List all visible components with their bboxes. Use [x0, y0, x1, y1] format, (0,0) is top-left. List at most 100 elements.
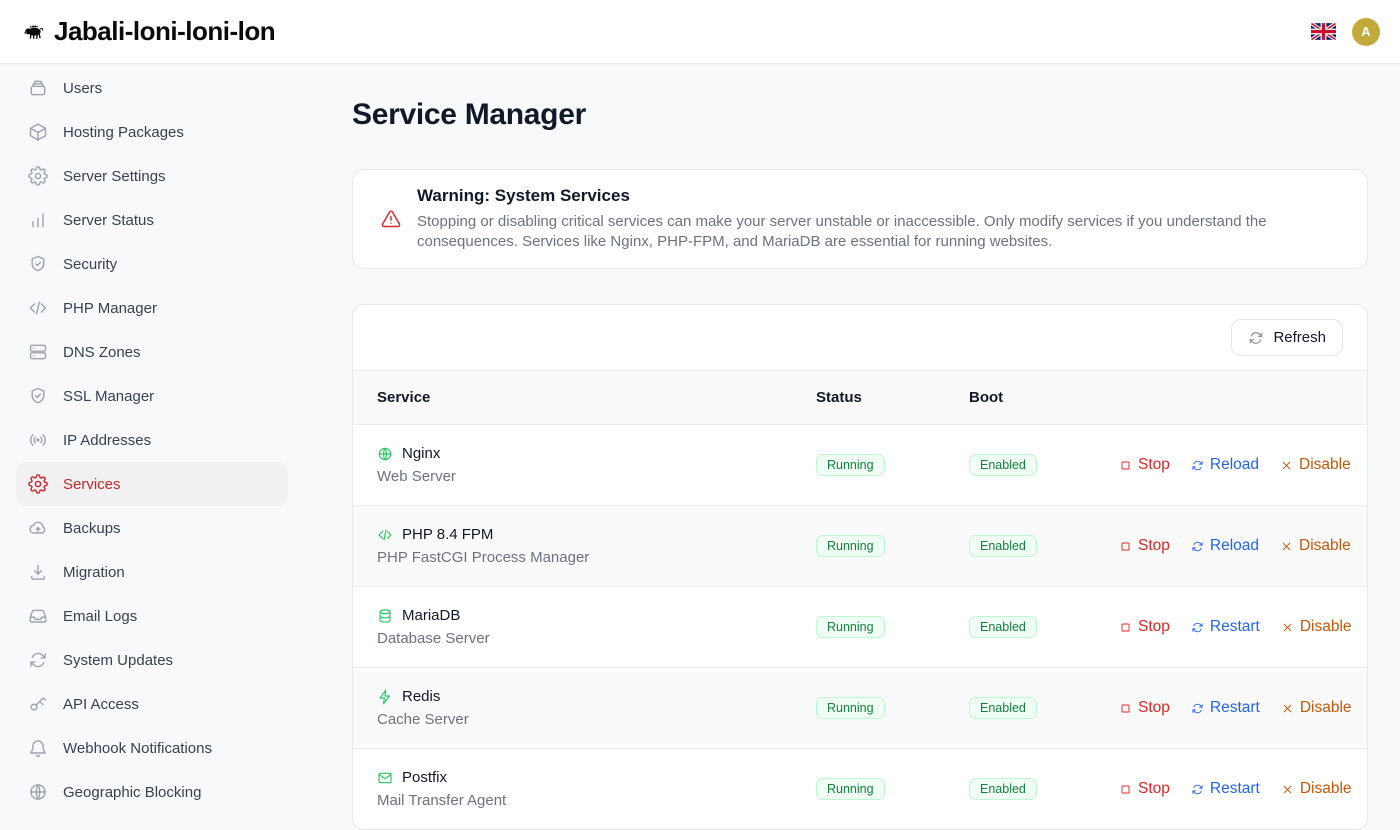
mail-icon — [377, 770, 393, 786]
status-badge: Running — [816, 454, 885, 476]
column-header-status: Status — [816, 389, 969, 406]
sidebar-item-php-manager[interactable]: PHP Manager — [16, 286, 288, 330]
sidebar-item-server-settings[interactable]: Server Settings — [16, 154, 288, 198]
sidebar-item-hosting-packages[interactable]: Hosting Packages — [16, 110, 288, 154]
stop-action-button[interactable]: Stop — [1119, 699, 1170, 717]
row-actions: Stop Reload Disable — [1119, 537, 1368, 555]
disable-action-button[interactable]: Disable — [1281, 699, 1352, 717]
stop-action-button[interactable]: Stop — [1119, 456, 1170, 474]
sidebar-item-system-updates[interactable]: System Updates — [16, 638, 288, 682]
main-content: Service Manager Warning: System Services… — [304, 64, 1400, 800]
sidebar-item-label: Migration — [63, 564, 125, 581]
warning-banner: Warning: System Services Stopping or dis… — [352, 169, 1368, 269]
sidebar-item-users[interactable]: Users — [16, 66, 288, 110]
refresh-icon — [1191, 459, 1204, 472]
action-label: Disable — [1299, 537, 1351, 555]
refresh-icon — [28, 650, 48, 670]
table-body: NginxWeb ServerRunningEnabledStopReloadD… — [353, 424, 1367, 829]
restart-action-button[interactable]: Restart — [1191, 699, 1260, 717]
disable-action-button[interactable]: Disable — [1281, 618, 1352, 636]
row-actions: Stop Restart Disable — [1119, 699, 1368, 717]
service-name: PHP 8.4 FPM — [402, 526, 493, 543]
service-cell: PHP 8.4 FPMPHP FastCGI Process Manager — [377, 526, 816, 566]
sidebar-item-label: Security — [63, 256, 117, 273]
reload-action-button[interactable]: Reload — [1191, 456, 1259, 474]
sidebar: UsersHosting PackagesServer SettingsServ… — [0, 64, 304, 800]
database-icon — [377, 608, 393, 624]
action-label: Stop — [1138, 780, 1170, 798]
sidebar-item-backups[interactable]: Backups — [16, 506, 288, 550]
sidebar-item-ip-addresses[interactable]: IP Addresses — [16, 418, 288, 462]
service-row-nginx: NginxWeb ServerRunningEnabledStopReloadD… — [353, 424, 1367, 505]
sidebar-item-security[interactable]: Security — [16, 242, 288, 286]
sidebar-item-dns-zones[interactable]: DNS Zones — [16, 330, 288, 374]
sidebar-item-email-logs[interactable]: Email Logs — [16, 594, 288, 638]
service-cell: PostfixMail Transfer Agent — [377, 769, 816, 809]
download-icon — [28, 562, 48, 582]
uk-flag-language-icon[interactable] — [1311, 23, 1336, 40]
x-icon — [1281, 621, 1294, 634]
row-actions: Stop Restart Disable — [1119, 618, 1368, 636]
sidebar-item-server-status[interactable]: Server Status — [16, 198, 288, 242]
refresh-button-label: Refresh — [1273, 329, 1326, 346]
table-header: Service Status Boot — [353, 370, 1367, 424]
app-title: Jabali-loni-loni-lon — [54, 16, 275, 47]
x-icon — [1281, 783, 1294, 796]
disable-action-button[interactable]: Disable — [1281, 780, 1352, 798]
warning-title: Warning: System Services — [417, 186, 1343, 206]
gear-icon — [28, 166, 48, 186]
user-avatar[interactable]: A — [1352, 18, 1380, 46]
disable-action-button[interactable]: Disable — [1280, 456, 1351, 474]
stop-square-icon — [1119, 702, 1132, 715]
restart-action-button[interactable]: Restart — [1191, 780, 1260, 798]
refresh-icon — [1191, 621, 1204, 634]
column-header-service: Service — [377, 389, 816, 406]
sidebar-item-api-access[interactable]: API Access — [16, 682, 288, 726]
service-name: Postfix — [402, 769, 447, 786]
boot-badge: Enabled — [969, 454, 1037, 476]
zap-icon — [377, 689, 393, 705]
brand: Jabali-loni-loni-lon — [24, 16, 275, 47]
boar-logo-icon — [24, 22, 44, 42]
action-label: Disable — [1299, 456, 1351, 474]
bell-icon — [28, 738, 48, 758]
sidebar-item-services[interactable]: Services — [16, 462, 288, 506]
archive-icon — [28, 78, 48, 98]
sidebar-item-label: PHP Manager — [63, 300, 157, 317]
boot-badge: Enabled — [969, 697, 1037, 719]
server-stack-icon — [28, 342, 48, 362]
stop-action-button[interactable]: Stop — [1119, 618, 1170, 636]
action-label: Disable — [1300, 618, 1352, 636]
globe-icon — [28, 782, 48, 802]
service-cell: MariaDBDatabase Server — [377, 607, 816, 647]
sidebar-item-webhook-notifications[interactable]: Webhook Notifications — [16, 726, 288, 770]
warning-body: Stopping or disabling critical services … — [417, 212, 1343, 252]
services-toolbar: Refresh — [353, 305, 1367, 370]
action-label: Disable — [1300, 699, 1352, 717]
sidebar-item-label: IP Addresses — [63, 432, 151, 449]
restart-action-button[interactable]: Restart — [1191, 618, 1260, 636]
gear-icon — [28, 474, 48, 494]
reload-action-button[interactable]: Reload — [1191, 537, 1259, 555]
stop-action-button[interactable]: Stop — [1119, 780, 1170, 798]
disable-action-button[interactable]: Disable — [1280, 537, 1351, 555]
stop-square-icon — [1119, 621, 1132, 634]
sidebar-item-geographic-blocking[interactable]: Geographic Blocking — [16, 770, 288, 814]
refresh-icon — [1248, 330, 1264, 346]
refresh-button[interactable]: Refresh — [1231, 319, 1343, 356]
globe-icon — [377, 446, 393, 462]
status-badge: Running — [816, 778, 885, 800]
sidebar-item-label: Email Logs — [63, 608, 137, 625]
bar-chart-icon — [28, 210, 48, 230]
code-icon — [28, 298, 48, 318]
x-icon — [1281, 702, 1294, 715]
sidebar-item-ssl-manager[interactable]: SSL Manager — [16, 374, 288, 418]
sidebar-item-label: Users — [63, 80, 102, 97]
service-description: Cache Server — [377, 711, 816, 728]
refresh-icon — [1191, 702, 1204, 715]
sidebar-item-migration[interactable]: Migration — [16, 550, 288, 594]
stop-action-button[interactable]: Stop — [1119, 537, 1170, 555]
sidebar-item-label: Services — [63, 476, 121, 493]
header-controls: A — [1311, 18, 1380, 46]
row-actions: Stop Restart Disable — [1119, 780, 1368, 798]
